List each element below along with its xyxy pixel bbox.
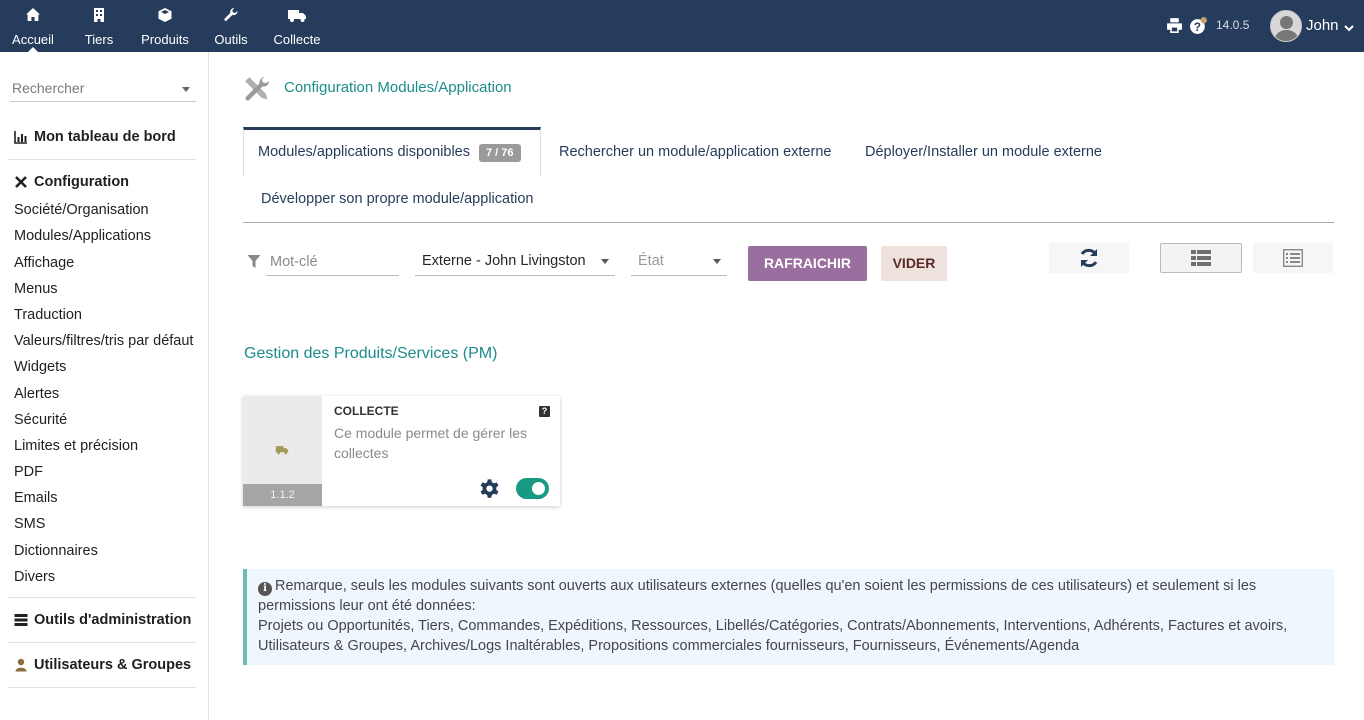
sidebar-users-label: Utilisateurs & Groupes [34, 657, 192, 673]
avatar[interactable] [1270, 10, 1302, 42]
building-icon [82, 7, 116, 23]
search-input[interactable]: Rechercher [10, 74, 196, 102]
note-line1: Remarque, seuls les modules suivants son… [258, 578, 1257, 614]
module-enable-toggle[interactable] [516, 478, 549, 499]
tab-search-external[interactable]: Rechercher un module/application externe [559, 144, 831, 160]
keyword-input[interactable]: Mot-clé [266, 249, 399, 276]
tools-icon [15, 176, 27, 188]
sidebar-config-item[interactable]: Dictionnaires [14, 543, 98, 559]
info-note: i Remarque, seuls les modules suivants so… [243, 569, 1334, 665]
section-title: Gestion des Produits/Services (PM) [244, 345, 498, 362]
search-placeholder: Rechercher [12, 80, 85, 96]
sidebar-config-label: Configuration [34, 174, 130, 190]
sidebar-config-item[interactable]: Emails [14, 490, 58, 506]
module-name: COLLECTE [334, 404, 399, 418]
truck-icon [275, 446, 289, 455]
bar-chart-icon [14, 131, 27, 144]
sidebar-config-item[interactable]: Widgets [14, 359, 66, 375]
nav-outils[interactable]: Outils [212, 0, 250, 52]
tabs-divider [243, 222, 1334, 223]
chevron-down-icon [182, 87, 190, 92]
truck-icon [272, 7, 322, 23]
tools-icon [243, 75, 270, 105]
nav-label: Tiers [84, 32, 114, 47]
tab-deploy-external[interactable]: Déployer/Installer un module externe [865, 144, 1102, 160]
refresh-button[interactable]: RAFRAICHIR [748, 246, 867, 281]
origin-select[interactable]: Externe - John Livingston [415, 249, 615, 276]
chevron-down-icon[interactable] [1344, 20, 1354, 36]
sidebar-admin-label: Outils d'administration [34, 612, 192, 628]
sidebar-config-item[interactable]: Sécurité [14, 412, 67, 428]
sidebar-config-item[interactable]: Affichage [14, 255, 74, 271]
divider [8, 687, 196, 688]
nav-produits[interactable]: Produits [139, 0, 191, 52]
sidebar-config-item[interactable]: Limites et précision [14, 438, 138, 454]
keyword-placeholder: Mot-clé [270, 254, 318, 270]
nav-label: Outils [214, 32, 248, 47]
cube-icon [139, 7, 191, 23]
page-title: Configuration Modules/Application [284, 79, 512, 96]
list-view-button[interactable] [1253, 243, 1333, 273]
clear-button[interactable]: VIDER [881, 246, 947, 281]
sidebar-config-item[interactable]: Valeurs/filtres/tris par défaut [14, 333, 193, 349]
sidebar-item-admin-tools[interactable]: Outils d'administration [14, 612, 191, 628]
svg-text:?: ? [1194, 21, 1201, 34]
top-navbar: Accueil Tiers Produits Outils Collecte ?… [0, 0, 1364, 52]
filter-icon [247, 254, 261, 272]
sidebar-config-item[interactable]: Divers [14, 569, 55, 585]
home-icon [10, 7, 56, 23]
module-description: Ce module permet de gérer les collectes [334, 425, 527, 461]
user-name[interactable]: John [1306, 17, 1339, 34]
module-count-badge: 7 / 76 [479, 144, 521, 162]
module-picture: 1.1.2 [243, 396, 322, 506]
grid-view-icon [1191, 250, 1211, 266]
nav-collecte[interactable]: Collecte [272, 0, 322, 52]
question-icon[interactable]: ? [539, 406, 550, 417]
sidebar-item-configuration[interactable]: Configuration [14, 174, 129, 190]
refresh-icon [1080, 248, 1098, 268]
print-icon[interactable] [1166, 17, 1183, 37]
sidebar-item-users-groups[interactable]: Utilisateurs & Groupes [14, 657, 191, 673]
sidebar-item-dashboard[interactable]: Mon tableau de bord [14, 129, 176, 145]
version-label: 14.0.5 [1216, 18, 1250, 32]
sidebar-config-item[interactable]: PDF [14, 464, 43, 480]
module-card[interactable]: 1.1.2 COLLECTE ? Ce module permet de gér… [243, 396, 560, 506]
nav-tiers[interactable]: Tiers [82, 0, 116, 52]
nav-label: Collecte [273, 32, 321, 47]
reload-view-button[interactable] [1049, 243, 1129, 273]
divider [8, 159, 196, 160]
sidebar-config-item[interactable]: Alertes [14, 386, 59, 402]
sidebar-config-item[interactable]: Menus [14, 281, 58, 297]
tab-modules-available-label[interactable]: Modules/applications disponibles [258, 144, 470, 160]
info-icon: i [258, 582, 272, 596]
gear-icon[interactable] [479, 478, 500, 502]
module-version: 1.1.2 [243, 484, 322, 506]
list-view-icon [1283, 249, 1303, 267]
sidebar-config-item[interactable]: Société/Organisation [14, 202, 149, 218]
kanban-view-button[interactable] [1160, 243, 1242, 273]
nav-label: Produits [141, 32, 189, 47]
sidebar: Rechercher Mon tableau de bord Configura… [0, 52, 209, 720]
sidebar-dashboard-label: Mon tableau de bord [34, 129, 176, 145]
server-icon [14, 614, 28, 626]
state-select[interactable]: État [631, 249, 727, 276]
state-placeholder: État [638, 253, 664, 269]
sidebar-config-item[interactable]: Modules/Applications [14, 228, 151, 244]
nav-accueil[interactable]: Accueil [10, 0, 56, 52]
nav-label: Accueil [12, 32, 54, 47]
sidebar-config-item[interactable]: Traduction [14, 307, 82, 323]
tab-develop-own[interactable]: Développer son propre module/application [261, 191, 533, 207]
sidebar-config-item[interactable]: SMS [14, 516, 45, 532]
origin-select-value: Externe - John Livingston [422, 253, 586, 269]
note-line2: Projets ou Opportunités, Tiers, Commande… [258, 618, 1288, 654]
divider [8, 642, 196, 643]
help-icon[interactable]: ? [1189, 16, 1208, 38]
chevron-down-icon [713, 259, 721, 264]
user-icon [15, 658, 27, 672]
chevron-down-icon [601, 259, 609, 264]
divider [8, 597, 196, 598]
wrench-icon [212, 7, 250, 23]
